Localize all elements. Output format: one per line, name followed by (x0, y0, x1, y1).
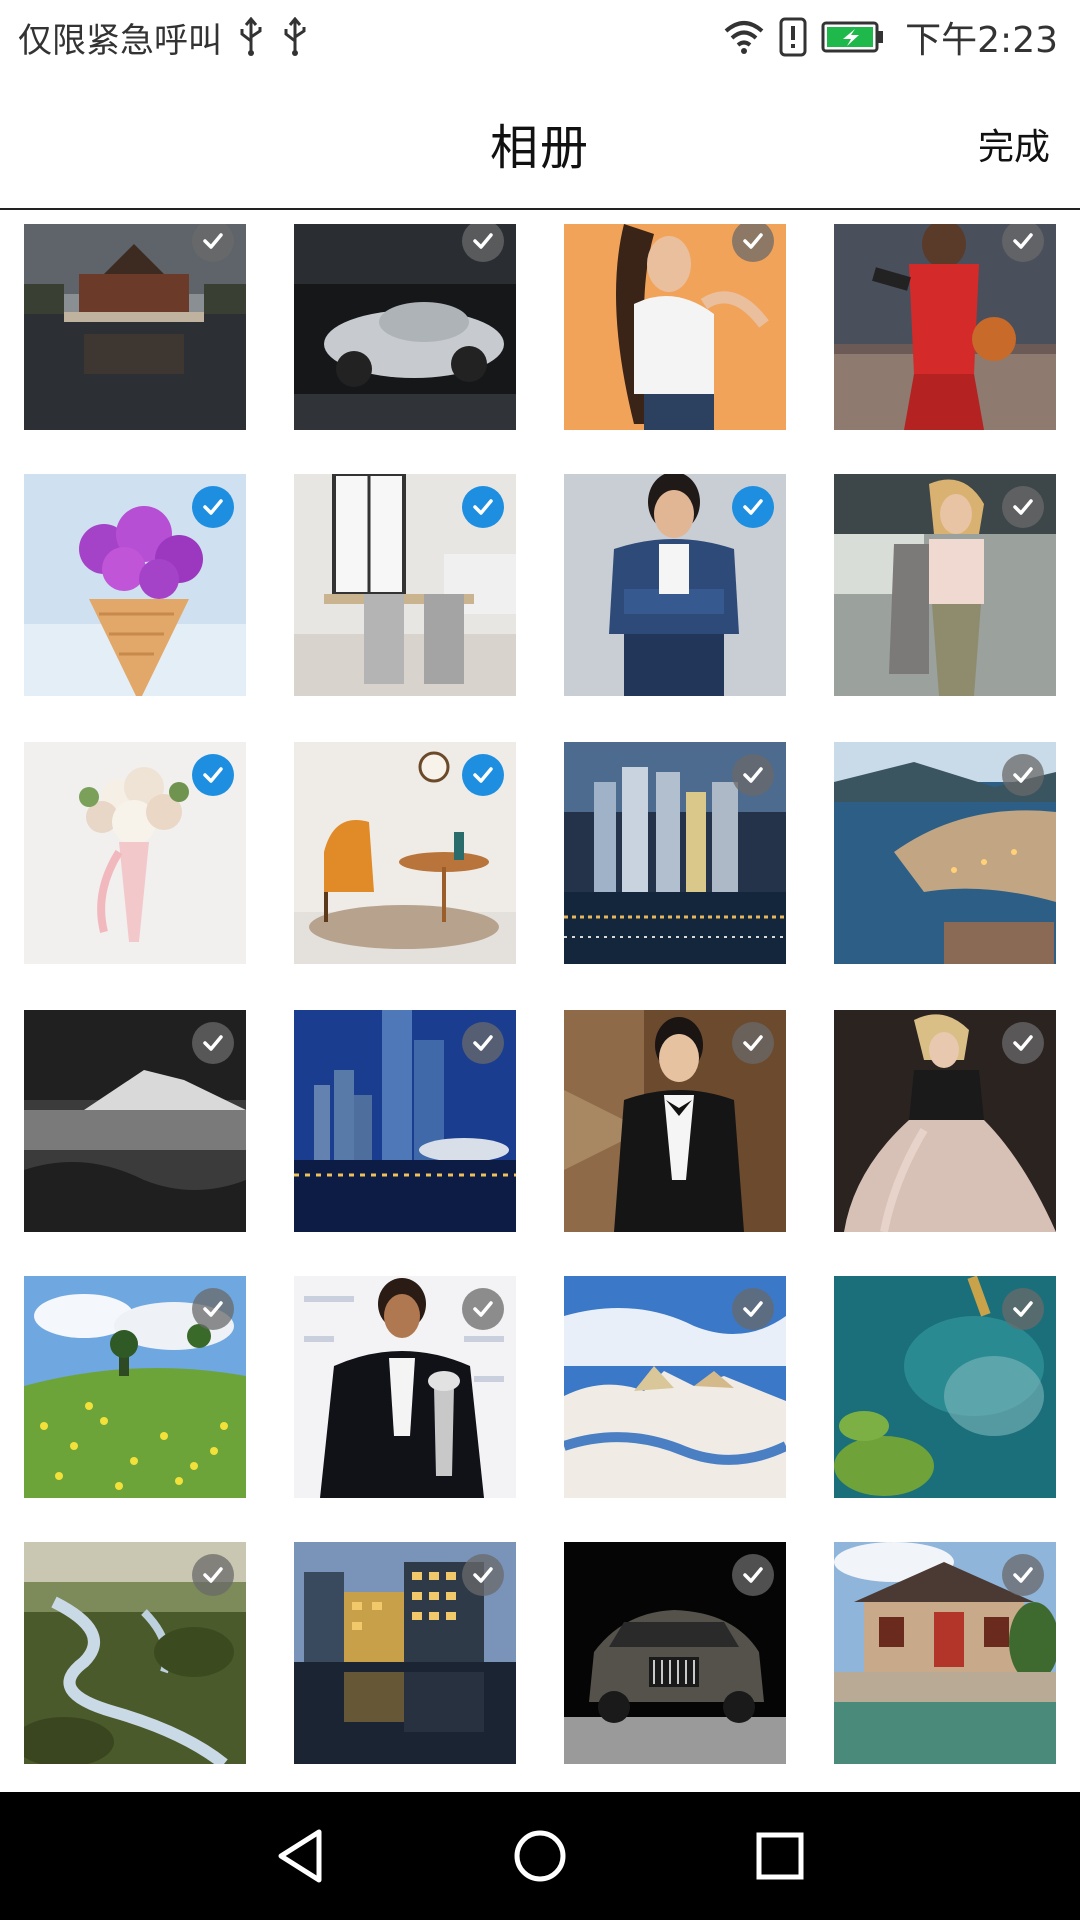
select-checkbox[interactable] (1002, 754, 1044, 796)
select-checkbox[interactable] (1002, 1288, 1044, 1330)
photo-thumbnail[interactable] (834, 742, 1056, 964)
select-checkbox[interactable] (1002, 1554, 1044, 1596)
select-checkbox[interactable] (462, 1288, 504, 1330)
usb-icon (240, 17, 262, 56)
photo-thumbnail[interactable] (294, 1276, 516, 1498)
select-checkbox[interactable] (462, 754, 504, 796)
photo-thumbnail[interactable] (564, 224, 786, 430)
status-time: 下午2:23 (905, 20, 1058, 61)
check-icon (1013, 499, 1033, 515)
photo-thumbnail[interactable] (294, 474, 516, 696)
photo-thumbnail[interactable] (294, 1542, 516, 1764)
check-icon (473, 1035, 493, 1051)
recents-button[interactable] (750, 1826, 810, 1886)
photo-grid (0, 210, 1080, 1792)
photo-thumbnail[interactable] (564, 1542, 786, 1764)
home-button[interactable] (510, 1826, 570, 1886)
photo-thumbnail[interactable] (834, 1542, 1056, 1764)
photo-thumbnail[interactable] (24, 1010, 246, 1232)
status-bar: 仅限紧急呼叫 下午2:23 (0, 0, 1080, 74)
photo-thumbnail[interactable] (834, 474, 1056, 696)
wifi-icon (724, 21, 764, 54)
back-icon (278, 1829, 322, 1883)
photo-thumbnail[interactable] (564, 742, 786, 964)
page-title: 相册 (489, 120, 590, 176)
check-icon (743, 1301, 763, 1317)
check-icon (203, 1035, 223, 1051)
photo-thumbnail[interactable] (294, 742, 516, 964)
check-icon (203, 499, 223, 515)
select-checkbox[interactable] (462, 1022, 504, 1064)
status-right: 下午2:23 (723, 12, 1058, 62)
check-icon (1013, 1567, 1033, 1583)
photo-thumbnail[interactable] (564, 474, 786, 696)
recents-icon (756, 1832, 804, 1880)
check-icon (203, 233, 223, 249)
check-icon (473, 233, 493, 249)
photo-thumbnail[interactable] (834, 224, 1056, 430)
check-icon (203, 1301, 223, 1317)
back-button[interactable] (270, 1826, 330, 1886)
check-icon (1013, 1301, 1033, 1317)
check-icon (473, 1567, 493, 1583)
check-icon (743, 767, 763, 783)
title-bar: 相册 完成 (0, 74, 1080, 210)
home-icon (514, 1830, 566, 1882)
check-icon (473, 499, 493, 515)
photo-thumbnail[interactable] (564, 1276, 786, 1498)
photo-thumbnail[interactable] (24, 1542, 246, 1764)
photo-thumbnail[interactable] (24, 474, 246, 696)
select-checkbox[interactable] (192, 1022, 234, 1064)
photo-thumbnail[interactable] (294, 1010, 516, 1232)
check-icon (743, 233, 763, 249)
check-icon (1013, 1035, 1033, 1051)
check-icon (203, 1567, 223, 1583)
select-checkbox[interactable] (732, 1554, 774, 1596)
check-icon (1013, 767, 1033, 783)
done-button[interactable]: 完成 (978, 118, 1050, 170)
select-checkbox[interactable] (192, 1288, 234, 1330)
photo-thumbnail[interactable] (24, 742, 246, 964)
navigation-bar (0, 1792, 1080, 1920)
select-checkbox[interactable] (192, 1554, 234, 1596)
photo-thumbnail[interactable] (834, 1010, 1056, 1232)
check-icon (743, 1035, 763, 1051)
select-checkbox[interactable] (732, 754, 774, 796)
select-checkbox[interactable] (732, 1022, 774, 1064)
photo-thumbnail[interactable] (294, 224, 516, 430)
battery-charging-icon (821, 21, 884, 53)
select-checkbox[interactable] (462, 1554, 504, 1596)
photo-thumbnail[interactable] (24, 224, 246, 430)
carrier-text: 仅限紧急呼叫 (18, 20, 222, 61)
photo-thumbnail[interactable] (24, 1276, 246, 1498)
check-icon (743, 499, 763, 515)
select-checkbox[interactable] (732, 486, 774, 528)
photo-thumbnail[interactable] (834, 1276, 1056, 1498)
select-checkbox[interactable] (462, 486, 504, 528)
status-left: 仅限紧急呼叫 (18, 12, 310, 62)
check-icon (473, 1301, 493, 1317)
select-checkbox[interactable] (192, 486, 234, 528)
usb-icon (284, 17, 306, 56)
check-icon (473, 767, 493, 783)
select-checkbox[interactable] (732, 1288, 774, 1330)
check-icon (203, 767, 223, 783)
select-checkbox[interactable] (1002, 1022, 1044, 1064)
alert-icon (779, 17, 807, 57)
photo-thumbnail[interactable] (564, 1010, 786, 1232)
check-icon (743, 1567, 763, 1583)
select-checkbox[interactable] (192, 754, 234, 796)
check-icon (1013, 233, 1033, 249)
select-checkbox[interactable] (1002, 486, 1044, 528)
